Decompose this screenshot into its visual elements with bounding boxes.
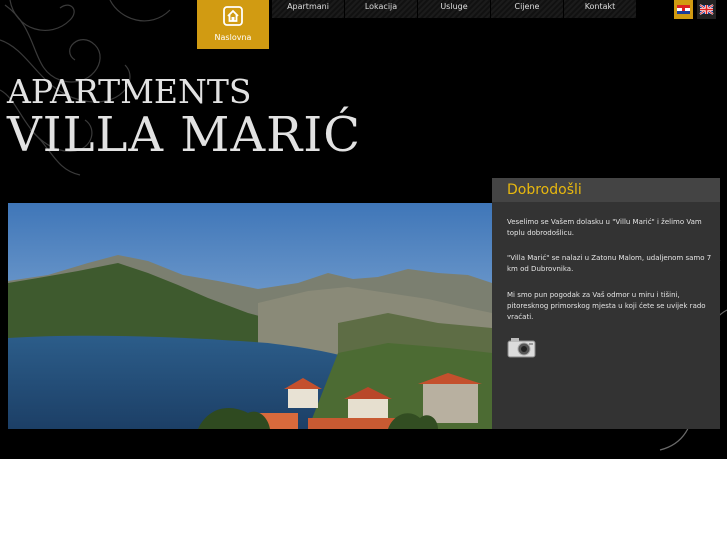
uk-flag-button[interactable] — [697, 0, 716, 19]
croatian-flag-icon — [677, 5, 690, 14]
nav-item-kontakt[interactable]: Kontakt — [564, 0, 637, 18]
page: Naslovna Apartmani Lokacija Usluge Cijen… — [0, 0, 727, 459]
nav-item-usluge[interactable]: Usluge — [418, 0, 491, 18]
nav-home-label: Naslovna — [214, 33, 252, 42]
nav-item-lokacija[interactable]: Lokacija — [345, 0, 418, 18]
welcome-paragraph-3: Mi smo pun pogodak za Vaš odmor u miru i… — [507, 291, 706, 321]
nav-home-button[interactable]: Naslovna — [197, 0, 269, 49]
welcome-paragraph-1: Veselimo se Vašem dolasku u "Villu Marić… — [507, 218, 702, 237]
camera-icon[interactable] — [507, 336, 537, 358]
uk-flag-icon — [699, 4, 714, 15]
landscape-photo — [8, 203, 492, 429]
home-icon — [223, 6, 243, 26]
logo-line-1: APARTMENTS — [7, 72, 252, 111]
nav-item-apartmani[interactable]: Apartmani — [272, 0, 345, 18]
croatian-flag-button[interactable] — [674, 0, 693, 19]
nav-item-cijene[interactable]: Cijene — [491, 0, 564, 18]
logo-line-2: VILLA MARIĆ — [7, 107, 361, 163]
welcome-paragraph-2: "Villa Marić" se nalazi u Zatonu Malom, … — [507, 254, 712, 273]
welcome-title: Dobrodošli — [492, 178, 720, 202]
welcome-panel: Dobrodošli Veselimo se Vašem dolasku u "… — [492, 178, 720, 429]
